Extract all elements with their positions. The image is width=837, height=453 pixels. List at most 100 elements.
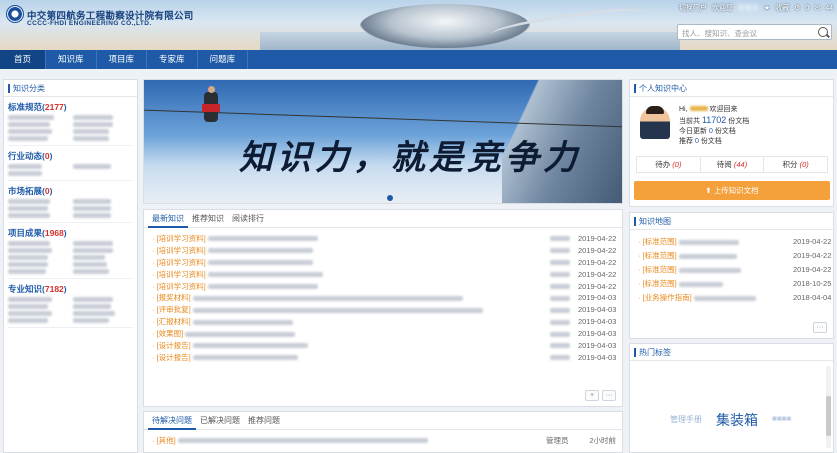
tag-manual[interactable]: 管理手册 bbox=[670, 414, 702, 425]
tag-blurred[interactable]: ■■■■ bbox=[772, 414, 791, 423]
item-title-blurred[interactable] bbox=[185, 331, 550, 337]
item-tag[interactable]: [标准范围] bbox=[643, 236, 677, 248]
list-item[interactable]: · [设计报告] 2019-04-03 bbox=[152, 340, 616, 352]
message-badge[interactable]: 44 bbox=[825, 5, 833, 12]
switch-portal-link[interactable]: 切换门户 bbox=[679, 3, 707, 13]
category-name[interactable]: 标准规范 bbox=[8, 102, 42, 112]
list-item[interactable]: · [标准范围] 2018-10-25 bbox=[638, 277, 831, 291]
category-item[interactable] bbox=[72, 199, 111, 204]
item-title-blurred[interactable] bbox=[192, 307, 550, 313]
list-item[interactable]: · [标准范围] 2019-04-22 bbox=[638, 249, 831, 263]
category-item[interactable] bbox=[8, 122, 50, 127]
category-item[interactable] bbox=[72, 304, 111, 309]
item-tag[interactable]: [设计报告] bbox=[157, 352, 191, 364]
favorites-link[interactable]: 收藏 bbox=[775, 3, 789, 13]
list-item[interactable]: · [标准范围] 2019-04-22 bbox=[638, 263, 831, 277]
list-item[interactable]: · [培训学习资料] 2019-04-22 bbox=[152, 257, 616, 269]
search-input[interactable]: 找人、搜知识、查会议 bbox=[677, 24, 832, 40]
item-tag[interactable]: [效果图] bbox=[157, 328, 184, 340]
star-icon[interactable]: ★ bbox=[764, 4, 770, 12]
item-tag[interactable]: [培训学习资料] bbox=[157, 245, 206, 257]
username-blurred[interactable] bbox=[689, 106, 708, 111]
list-item[interactable]: · [汇报材料] 2019-04-03 bbox=[152, 316, 616, 328]
add-button[interactable]: + bbox=[585, 390, 599, 401]
category-item[interactable] bbox=[8, 318, 48, 323]
avatar[interactable] bbox=[640, 106, 670, 139]
item-title-blurred[interactable] bbox=[678, 253, 793, 259]
nav-questions[interactable]: 问题库 bbox=[198, 50, 249, 69]
category-item[interactable] bbox=[8, 241, 50, 246]
category-item[interactable] bbox=[72, 318, 109, 323]
tab-unresolved[interactable]: 待解决问题 bbox=[148, 412, 196, 430]
category-item[interactable] bbox=[72, 269, 109, 274]
item-tag[interactable]: [培训学习资料] bbox=[157, 233, 206, 245]
list-item[interactable]: · [其他] 管理员 2小时前 bbox=[152, 435, 616, 447]
item-tag[interactable]: [培训学习资料] bbox=[157, 257, 206, 269]
category-item[interactable] bbox=[8, 171, 42, 176]
tab-ranking[interactable]: 阅读排行 bbox=[228, 210, 268, 228]
category-item[interactable] bbox=[8, 311, 52, 316]
item-tag[interactable]: [评审批复] bbox=[157, 304, 191, 316]
category-item[interactable] bbox=[72, 241, 113, 246]
category-name[interactable]: 市场拓展 bbox=[8, 186, 42, 196]
item-title-blurred[interactable] bbox=[693, 295, 793, 301]
stat-toread[interactable]: 待阅 (44) bbox=[701, 157, 765, 172]
category-item[interactable] bbox=[8, 199, 50, 204]
category-item[interactable] bbox=[72, 248, 113, 253]
category-name[interactable]: 专业知识 bbox=[8, 284, 42, 294]
category-item[interactable] bbox=[72, 115, 113, 120]
item-title-blurred[interactable] bbox=[678, 239, 793, 245]
category-item[interactable] bbox=[72, 136, 109, 141]
category-item[interactable] bbox=[72, 255, 105, 260]
item-title-blurred[interactable] bbox=[192, 319, 550, 325]
item-tag[interactable]: [设计报告] bbox=[157, 340, 191, 352]
category-item[interactable] bbox=[72, 122, 113, 127]
nav-experts[interactable]: 专家库 bbox=[147, 50, 198, 69]
item-title-blurred[interactable] bbox=[207, 284, 550, 289]
category-item[interactable] bbox=[8, 213, 50, 218]
category-item[interactable] bbox=[72, 213, 111, 218]
category-item[interactable] bbox=[8, 136, 48, 141]
item-title-blurred[interactable] bbox=[207, 236, 550, 242]
search-icon[interactable] bbox=[818, 27, 828, 37]
tab-resolved[interactable]: 已解决问题 bbox=[196, 412, 244, 430]
list-item[interactable]: · [评审批复] 2019-04-03 bbox=[152, 304, 616, 316]
category-item[interactable] bbox=[8, 206, 48, 211]
settings-gear-icon[interactable]: ⚙ bbox=[794, 4, 800, 12]
list-item[interactable]: · [培训学习资料] 2019-04-22 bbox=[152, 245, 616, 257]
category-item[interactable] bbox=[8, 269, 46, 274]
category-item[interactable] bbox=[8, 297, 52, 302]
item-tag[interactable]: [其他] bbox=[157, 435, 176, 447]
category-item[interactable] bbox=[8, 255, 48, 260]
list-item[interactable]: · [培训学习资料] 2019-04-22 bbox=[152, 269, 616, 281]
stat-todo[interactable]: 待办 (0) bbox=[637, 157, 701, 172]
category-name[interactable]: 项目成果 bbox=[8, 228, 42, 238]
category-name[interactable]: 行业动态 bbox=[8, 151, 42, 161]
item-title-blurred[interactable] bbox=[678, 267, 793, 273]
scrollbar[interactable] bbox=[826, 366, 831, 448]
item-tag[interactable]: [报奖材料] bbox=[157, 292, 191, 304]
item-tag[interactable]: [培训学习资料] bbox=[157, 281, 206, 293]
tab-latest[interactable]: 最新知识 bbox=[148, 210, 188, 228]
message-icon[interactable]: ✉ bbox=[814, 4, 820, 12]
category-item[interactable] bbox=[72, 311, 115, 316]
list-item[interactable]: · [标准范围] 2019-04-22 bbox=[638, 235, 831, 249]
list-item[interactable]: · [报奖材料] 2019-04-03 bbox=[152, 292, 616, 304]
more-button[interactable]: ··· bbox=[813, 322, 827, 333]
tab-recommended[interactable]: 推荐知识 bbox=[188, 210, 228, 228]
category-item[interactable] bbox=[8, 164, 42, 169]
item-title-blurred[interactable] bbox=[207, 248, 550, 254]
category-item[interactable] bbox=[72, 129, 109, 134]
category-item[interactable] bbox=[72, 164, 111, 169]
nav-home[interactable]: 首页 bbox=[0, 50, 47, 69]
category-item[interactable] bbox=[8, 248, 52, 253]
item-tag[interactable]: [业务操作指南] bbox=[643, 292, 692, 304]
item-title-blurred[interactable] bbox=[192, 355, 550, 361]
tab-recommended-questions[interactable]: 推荐问题 bbox=[244, 412, 284, 430]
item-tag[interactable]: [标准范围] bbox=[643, 278, 677, 290]
category-item[interactable] bbox=[72, 206, 111, 211]
category-item[interactable] bbox=[72, 297, 113, 302]
item-title-blurred[interactable] bbox=[207, 260, 550, 266]
slogan-banner[interactable]: 知识力，就是竞争力 bbox=[143, 79, 623, 204]
category-item[interactable] bbox=[8, 129, 52, 134]
